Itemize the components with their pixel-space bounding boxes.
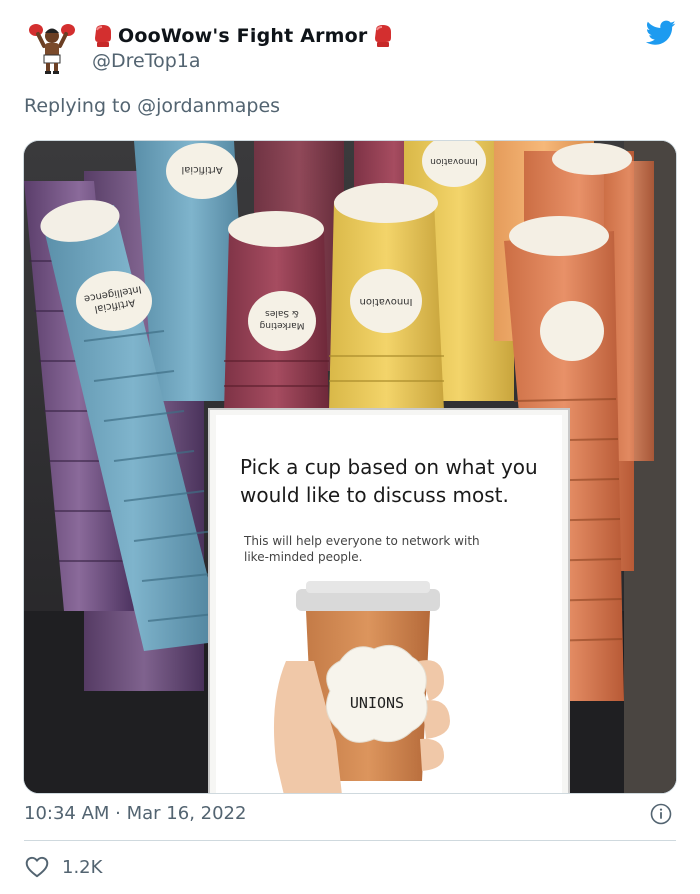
tweet-time: 10:34 AM bbox=[24, 803, 110, 824]
replying-prefix: Replying to bbox=[24, 95, 138, 117]
sign-sub-line2: like-minded people. bbox=[244, 550, 362, 564]
tweet-timestamp[interactable]: 10:34 AM · Mar 16, 2022 bbox=[24, 803, 246, 824]
tweet-card: OooWow's Fight Armor @DreTop1a Replying … bbox=[0, 0, 700, 894]
cup-text-marketing-2: & Sales bbox=[265, 308, 299, 318]
sign-sub-line1: This will help everyone to network with bbox=[243, 534, 480, 548]
like-count: 1.2K bbox=[62, 856, 103, 878]
twitter-bird-icon[interactable] bbox=[645, 20, 676, 46]
sign-heading-line1: Pick a cup based on what you bbox=[240, 455, 538, 479]
cup-text-innovation-1: Innovation bbox=[360, 296, 413, 307]
tweet-date: Mar 16, 2022 bbox=[126, 803, 247, 824]
boxing-glove-icon bbox=[92, 24, 114, 48]
heart-icon[interactable] bbox=[24, 854, 50, 880]
boxer-avatar-icon[interactable] bbox=[24, 20, 80, 76]
sign-heading-line2: would like to discuss most. bbox=[240, 483, 509, 507]
cup-text-ai-back: Artificial bbox=[181, 164, 222, 175]
author-name-row[interactable]: OooWow's Fight Armor bbox=[92, 22, 394, 50]
cup-label-unions: UNIONS bbox=[350, 694, 404, 712]
replying-to: Replying to @jordanmapes bbox=[24, 95, 280, 117]
author-display-name[interactable]: OooWow's Fight Armor bbox=[118, 25, 368, 47]
cup-text-marketing-1: Marketing bbox=[260, 320, 305, 330]
info-icon[interactable] bbox=[650, 803, 672, 825]
tweet-photo[interactable]: Artificial Artificial Intelligence Marke… bbox=[23, 140, 677, 794]
timestamp-separator: · bbox=[109, 803, 127, 824]
cup-text-innovation-2: Innovation bbox=[430, 156, 478, 166]
author-handle[interactable]: @DreTop1a bbox=[92, 50, 201, 72]
boxing-glove-icon bbox=[372, 24, 394, 48]
like-button[interactable]: 1.2K bbox=[24, 854, 102, 880]
footer-divider bbox=[24, 840, 676, 841]
reply-target-link[interactable]: @jordanmapes bbox=[137, 95, 280, 117]
